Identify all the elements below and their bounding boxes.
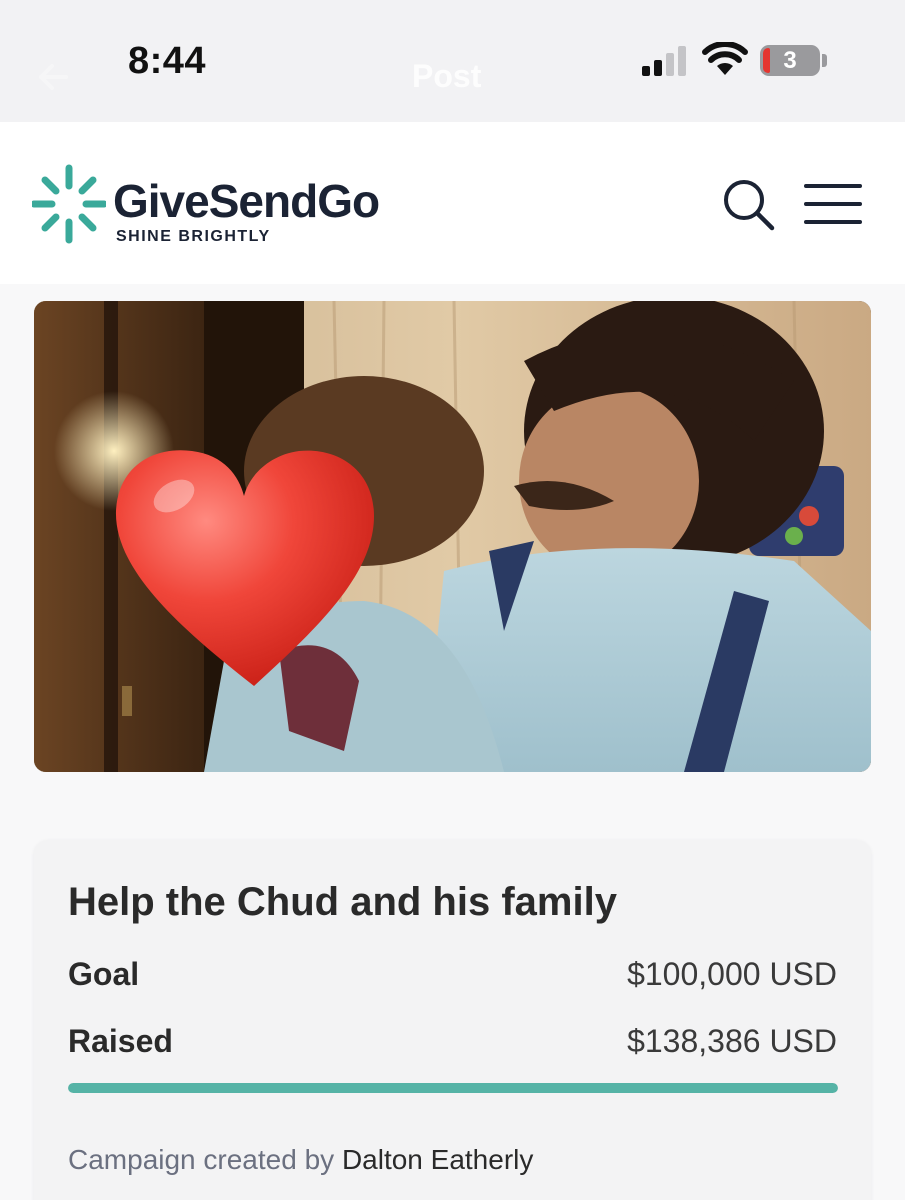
creator-prefix: Campaign created by — [68, 1144, 335, 1175]
goal-value: $100,000 USD — [627, 956, 837, 992]
nav-title: Post — [412, 58, 482, 94]
raised-label: Raised — [68, 1023, 173, 1059]
search-icon[interactable] — [722, 178, 776, 232]
hamburger-menu-icon[interactable] — [804, 182, 864, 226]
brand-name[interactable]: GiveSendGo — [113, 174, 380, 228]
campaign-title: Help the Chud and his family — [68, 880, 617, 924]
brand-tagline: SHINE BRIGHTLY — [116, 228, 271, 245]
campaign-creator-line: Campaign created by Dalton Eatherly — [68, 1144, 533, 1176]
battery-icon: 3 — [760, 45, 820, 76]
battery-level: 3 — [783, 47, 797, 74]
givesendgo-logo-icon[interactable] — [32, 164, 106, 244]
goal-label: Goal — [68, 956, 140, 992]
cellular-signal-icon — [642, 46, 686, 76]
raised-value: $138,386 USD — [627, 1023, 837, 1059]
back-arrow-icon[interactable] — [36, 60, 70, 94]
status-bar: Post 8:44 3 — [0, 0, 905, 122]
campaign-summary-card: Help the Chud and his family Goal $100,0… — [34, 840, 871, 1200]
site-header: GiveSendGo SHINE BRIGHTLY — [0, 122, 905, 284]
funding-progress-fill — [68, 1083, 838, 1093]
wifi-icon — [702, 42, 748, 75]
funding-progress-bar — [68, 1083, 838, 1093]
creator-name-link[interactable]: Dalton Eatherly — [342, 1144, 533, 1175]
campaign-photo — [34, 301, 871, 772]
status-time: 8:44 — [128, 40, 207, 82]
battery-cap — [822, 54, 827, 67]
